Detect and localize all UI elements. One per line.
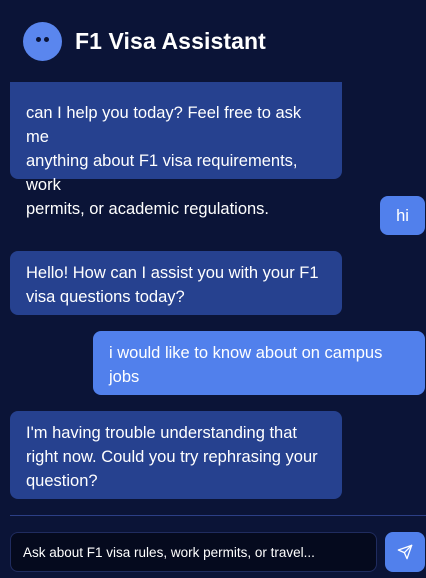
partially-hidden-line — [26, 82, 328, 101]
message-line: visa questions today? — [26, 288, 185, 306]
message-line: i would like to know about on campus — [109, 344, 383, 362]
composer — [10, 532, 426, 572]
message-line: jobs — [109, 368, 140, 386]
user-message: i would like to know about on campus job… — [93, 331, 425, 395]
chat-app: F1 Visa Assistant can I help you today? … — [0, 0, 426, 578]
bot-message: can I help you today? Feel free to ask m… — [10, 82, 342, 218]
message-list[interactable]: can I help you today? Feel free to ask m… — [0, 82, 426, 515]
assistant-avatar — [23, 21, 62, 61]
message-line: can I help you today? Feel free to ask m… — [26, 104, 302, 146]
avatar-right-eye — [44, 36, 49, 42]
message-line: hi — [396, 207, 409, 225]
header: F1 Visa Assistant — [0, 0, 426, 82]
avatar-left-eye — [36, 36, 41, 42]
composer-divider — [10, 515, 426, 516]
message-line: anything about F1 visa requirements, wor… — [26, 152, 298, 194]
message-line: Hello! How can I assist you with your F1 — [26, 264, 319, 282]
message-line: question? — [26, 472, 98, 490]
message-line: permits, or academic regulations. — [26, 200, 270, 218]
send-button[interactable] — [385, 532, 425, 572]
message-line: right now. Could you try rephrasing your — [26, 448, 318, 466]
user-message: hi — [380, 196, 425, 235]
page-title: F1 Visa Assistant — [75, 27, 266, 54]
bot-message: Hello! How can I assist you with your F1… — [10, 251, 342, 315]
bot-message: I'm having trouble understanding that ri… — [10, 411, 342, 499]
message-input[interactable] — [10, 532, 377, 572]
send-icon — [397, 544, 413, 560]
message-line: I'm having trouble understanding that — [26, 424, 297, 442]
